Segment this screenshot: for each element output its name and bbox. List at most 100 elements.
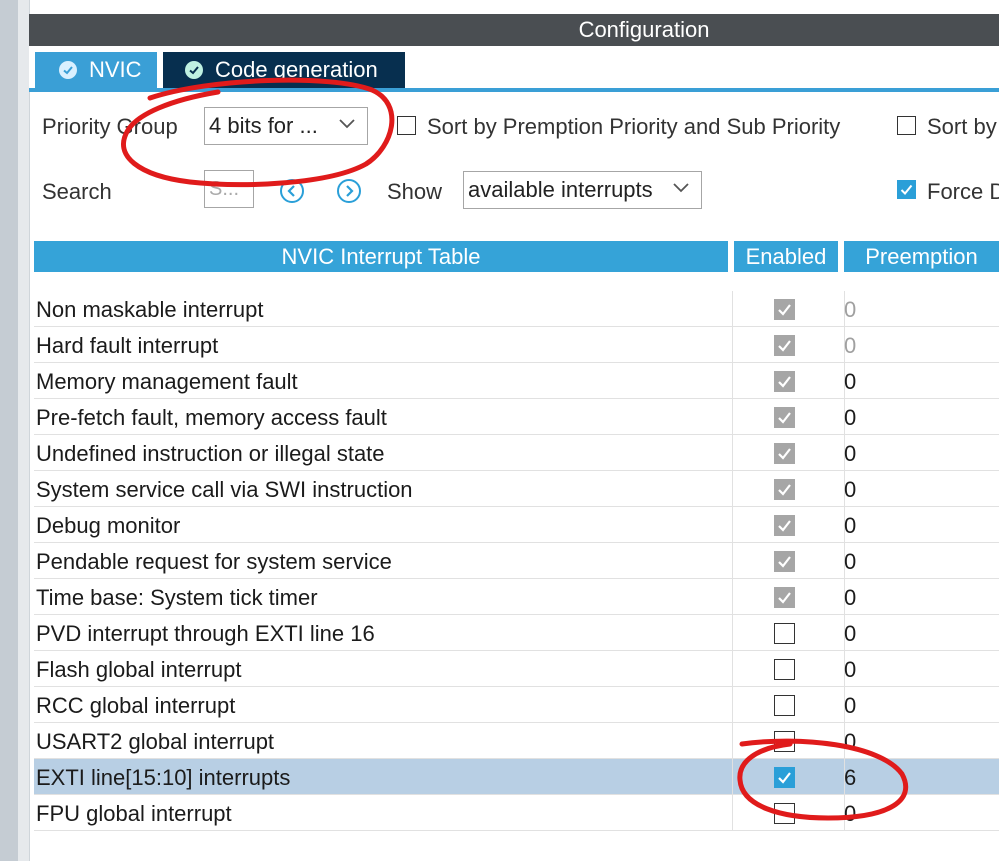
tab-nvic-label: NVIC	[89, 57, 142, 82]
interrupt-name: Pre-fetch fault, memory access fault	[36, 405, 387, 430]
column-header-label: Preemption	[865, 243, 978, 269]
show-filter-select[interactable]: available interrupts	[463, 171, 702, 209]
enabled-checkbox[interactable]	[774, 623, 795, 644]
table-row[interactable]: Hard fault interrupt 0	[34, 327, 999, 363]
preemption-value[interactable]: 0	[844, 333, 856, 359]
enabled-checkbox	[774, 371, 795, 392]
table-row[interactable]: Time base: System tick timer 0	[34, 579, 999, 615]
table-row[interactable]: Debug monitor 0	[34, 507, 999, 543]
sort-by-label: Sort by	[927, 114, 997, 139]
sort-preemption-label: Sort by Premption Priority and Sub Prior…	[427, 114, 841, 139]
table-row[interactable]: Undefined instruction or illegal state 0	[34, 435, 999, 471]
arrow-left-icon	[287, 185, 295, 197]
interrupt-name: Undefined instruction or illegal state	[36, 441, 385, 466]
preemption-value[interactable]: 0	[844, 513, 856, 539]
interrupt-name: System service call via SWI instruction	[36, 477, 413, 502]
enabled-checkbox[interactable]	[774, 695, 795, 716]
table-row[interactable]: Flash global interrupt 0	[34, 651, 999, 687]
table-row[interactable]: EXTI line[15:10] interrupts 6	[34, 759, 999, 795]
column-header-label: Enabled	[745, 243, 827, 269]
show-label: Show	[387, 179, 443, 204]
check-circle-icon	[185, 61, 203, 79]
preemption-value[interactable]: 0	[844, 729, 856, 755]
enabled-checkbox	[774, 515, 795, 536]
table-row[interactable]: Pendable request for system service 0	[34, 543, 999, 579]
interrupt-name: FPU global interrupt	[36, 801, 232, 826]
interrupt-name: Non maskable interrupt	[36, 297, 264, 322]
priority-group-value: 4 bits for ...	[209, 113, 318, 138]
interrupt-name: PVD interrupt through EXTI line 16	[36, 621, 375, 646]
search-next-button[interactable]	[337, 179, 361, 203]
column-header-interrupt-table[interactable]: NVIC Interrupt Table	[34, 241, 728, 272]
enabled-checkbox	[774, 587, 795, 608]
enabled-checkbox[interactable]	[774, 767, 795, 788]
enabled-checkbox	[774, 407, 795, 428]
column-header-enabled[interactable]: Enabled	[734, 241, 838, 272]
search-label: Search	[42, 179, 112, 204]
table-row[interactable]: System service call via SWI instruction 0	[34, 471, 999, 507]
enabled-checkbox	[774, 479, 795, 500]
preemption-value[interactable]: 0	[844, 297, 856, 323]
column-header-label: NVIC Interrupt Table	[281, 243, 481, 269]
interrupt-table-body: Non maskable interrupt 0 Hard fault interr…	[34, 291, 999, 831]
arrow-right-icon	[346, 185, 354, 197]
preemption-value[interactable]: 0	[844, 477, 856, 503]
preemption-value[interactable]: 0	[844, 657, 856, 683]
preemption-value[interactable]: 0	[844, 621, 856, 647]
preemption-value[interactable]: 0	[844, 441, 856, 467]
interrupt-name: Time base: System tick timer	[36, 585, 318, 610]
enabled-checkbox	[774, 335, 795, 356]
tab-code-generation[interactable]: Code generation	[163, 52, 405, 88]
tab-underline	[29, 88, 999, 92]
interrupt-name: Flash global interrupt	[36, 657, 242, 682]
table-row[interactable]: Memory management fault 0	[34, 363, 999, 399]
tab-code-generation-label: Code generation	[215, 57, 378, 82]
interrupt-name: Debug monitor	[36, 513, 181, 538]
table-row[interactable]: USART2 global interrupt 0	[34, 723, 999, 759]
sort-preemption-checkbox[interactable]	[397, 116, 416, 135]
interrupt-name: USART2 global interrupt	[36, 729, 275, 754]
force-label: Force D	[927, 179, 999, 204]
left-splitter[interactable]	[18, 0, 30, 861]
chevron-down-icon	[339, 119, 355, 129]
enabled-checkbox	[774, 551, 795, 572]
table-row[interactable]: Pre-fetch fault, memory access fault 0	[34, 399, 999, 435]
preemption-value[interactable]: 0	[844, 693, 856, 719]
table-row[interactable]: Non maskable interrupt 0	[34, 291, 999, 327]
configuration-header: Configuration	[29, 14, 999, 46]
search-previous-button[interactable]	[280, 179, 304, 203]
interrupt-name: RCC global interrupt	[36, 693, 236, 718]
search-placeholder: S...	[209, 177, 240, 200]
enabled-checkbox[interactable]	[774, 803, 795, 824]
interrupt-name: EXTI line[15:10] interrupts	[36, 765, 291, 790]
check-circle-icon	[59, 61, 77, 79]
configuration-title: Configuration	[578, 17, 710, 42]
sort-by-checkbox[interactable]	[897, 116, 916, 135]
preemption-value[interactable]: 0	[844, 801, 856, 827]
search-input[interactable]: S...	[204, 170, 254, 208]
enabled-checkbox[interactable]	[774, 731, 795, 752]
preemption-value[interactable]: 0	[844, 405, 856, 431]
interrupt-name: Pendable request for system service	[36, 549, 392, 574]
preemption-value[interactable]: 0	[844, 369, 856, 395]
table-row[interactable]: PVD interrupt through EXTI line 16 0	[34, 615, 999, 651]
table-row[interactable]: RCC global interrupt 0	[34, 687, 999, 723]
enabled-checkbox	[774, 443, 795, 464]
priority-group-select[interactable]: 4 bits for ...	[204, 107, 368, 145]
priority-group-label: Priority Group	[42, 114, 178, 139]
chevron-down-icon	[673, 183, 689, 193]
table-row[interactable]: FPU global interrupt 0	[34, 795, 999, 831]
enabled-checkbox[interactable]	[774, 659, 795, 680]
enabled-checkbox	[774, 299, 795, 320]
preemption-value[interactable]: 0	[844, 549, 856, 575]
column-header-preemption[interactable]: Preemption	[844, 241, 999, 272]
checkmark-icon	[900, 184, 913, 195]
interrupt-name: Memory management fault	[36, 369, 298, 394]
preemption-value[interactable]: 6	[844, 765, 856, 791]
tab-nvic[interactable]: NVIC	[35, 52, 157, 88]
tab-bar: NVIC Code generation	[29, 46, 999, 90]
preemption-value[interactable]: 0	[844, 585, 856, 611]
force-checkbox[interactable]	[897, 180, 916, 199]
show-filter-value: available interrupts	[468, 177, 653, 202]
interrupt-name: Hard fault interrupt	[36, 333, 219, 358]
